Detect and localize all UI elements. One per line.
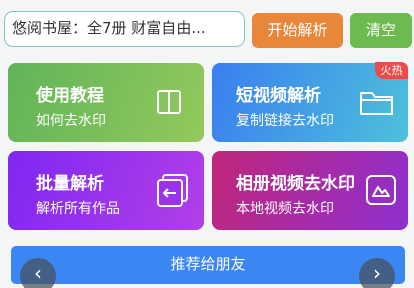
tutorial-card[interactable]: 使用教程 如何去水印 [8, 63, 204, 142]
carousel-prev-icon[interactable]: ‹ [20, 258, 56, 288]
link-input-value: 悠阅书屋：全7册 财富自由... [12, 19, 206, 37]
batch-parse-card-subtitle: 解析所有作品 [36, 201, 120, 217]
hot-badge: 火热 [375, 62, 408, 79]
start-parse-button[interactable]: 开始解析 [252, 13, 343, 48]
clear-button[interactable]: 清空 [350, 13, 412, 48]
picture-icon [366, 175, 396, 205]
short-video-card-title: 短视频解析 [236, 86, 321, 106]
tutorial-card-subtitle: 如何去水印 [36, 113, 106, 129]
book-icon [157, 90, 181, 114]
batch-files-icon [157, 174, 188, 207]
link-input[interactable]: 悠阅书屋：全7册 财富自由... [4, 11, 245, 47]
carousel-next-icon[interactable]: › [359, 258, 395, 288]
folder-icon [360, 92, 393, 115]
tutorial-card-title: 使用教程 [36, 86, 104, 106]
recommend-button[interactable]: 推荐给朋友 [11, 246, 405, 284]
album-video-card[interactable]: 相册视频去水印 本地视频去水印 [212, 151, 408, 230]
album-video-card-subtitle: 本地视频去水印 [236, 201, 334, 217]
app-screen: 悠阅书屋：全7册 财富自由... 开始解析 清空 使用教程 如何去水印 短视频解… [0, 0, 414, 288]
batch-parse-card-title: 批量解析 [36, 174, 104, 194]
album-video-card-title: 相册视频去水印 [236, 174, 355, 194]
short-video-card-subtitle: 复制链接去水印 [236, 113, 334, 129]
batch-parse-card[interactable]: 批量解析 解析所有作品 [8, 151, 204, 230]
